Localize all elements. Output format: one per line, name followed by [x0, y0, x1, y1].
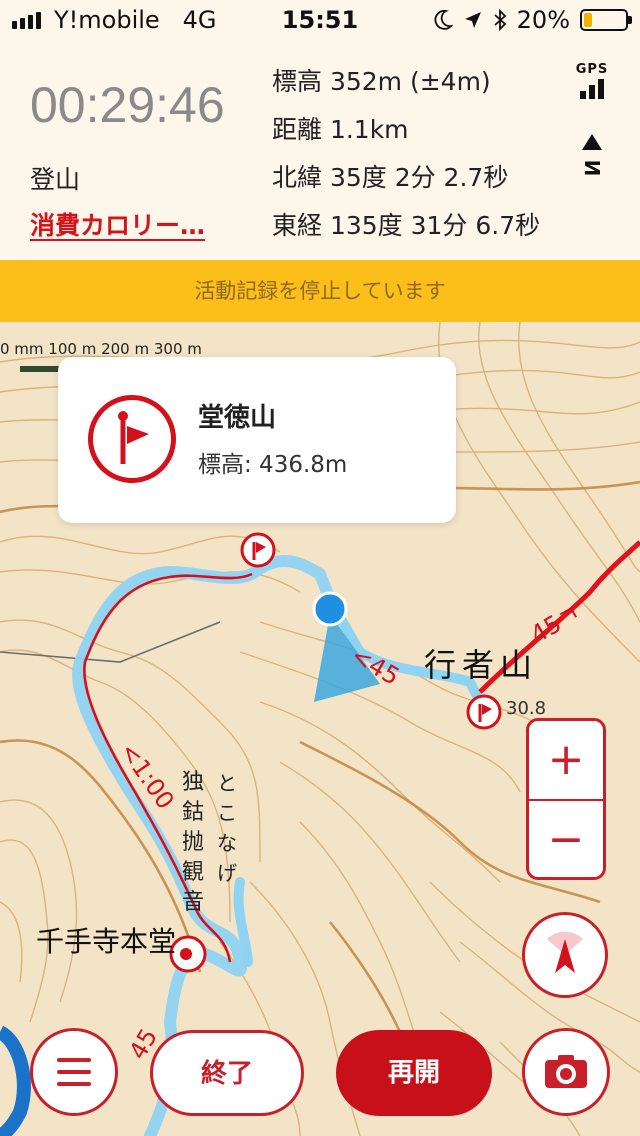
app-screen: Y!mobile 4G 15:51 20% 00:29:46 登山 消費カロリー…	[0, 0, 640, 1136]
topographic-map[interactable]: 0 mm 100 m 200 m 300 m 行者山 千手寺本堂 <1:00 <…	[0, 322, 640, 1136]
battery-percent: 20%	[516, 6, 570, 34]
gps-signal-indicator: GPS	[572, 62, 612, 99]
gps-label: GPS	[575, 62, 609, 77]
altitude-readout: 標高 352m (±4m)	[272, 67, 491, 96]
compass-icon	[547, 931, 583, 973]
scale-labels: 0 mm 100 m 200 m 300 m	[0, 340, 202, 358]
map-label-gyoja: 行者山	[424, 646, 539, 684]
boundary-line	[0, 621, 221, 663]
battery-fill	[584, 13, 592, 27]
temple-marker	[169, 935, 207, 973]
river	[0, 1025, 31, 1136]
activity-info-panel: 00:29:46 登山 消費カロリー… 標高 352m (±4m) 距離 1.1…	[0, 40, 640, 260]
bluetooth-icon	[494, 9, 506, 31]
peak-elevation: 標高: 436.8m	[198, 452, 348, 478]
spot-height-label: 30.8	[506, 698, 547, 719]
activity-type: 登山	[30, 165, 81, 194]
summit-flag-icon	[88, 395, 176, 483]
peak-info-card[interactable]: 堂徳山 標高: 436.8m	[58, 357, 456, 523]
summit-marker-peak	[240, 532, 276, 568]
moon-icon	[434, 10, 453, 30]
latitude-readout: 北緯 35度 2分 2.7秒	[272, 163, 509, 192]
resume-button[interactable]: 再開	[336, 1030, 492, 1116]
north-arrow-icon	[582, 134, 602, 150]
compass-button[interactable]	[522, 912, 608, 998]
status-icons: 20%	[433, 6, 632, 34]
paused-banner: 活動記録を停止しています	[0, 260, 640, 322]
peak-name: 堂徳山	[198, 403, 277, 433]
camera-button[interactable]	[522, 1028, 610, 1116]
finish-button[interactable]: 終了	[150, 1030, 304, 1116]
vertical-label-tokonage: と こ な げ	[217, 771, 237, 885]
zoom-in-button[interactable]: +	[529, 721, 603, 799]
location-arrow-icon	[464, 12, 481, 28]
map-label-temple: 千手寺本堂	[36, 925, 177, 958]
north-indicator[interactable]: N	[578, 132, 606, 176]
battery-icon	[580, 9, 632, 31]
north-label: N	[580, 159, 604, 177]
menu-button[interactable]	[30, 1028, 118, 1116]
hamburger-menu-icon	[57, 1058, 91, 1086]
camera-icon	[545, 1055, 587, 1088]
current-location-marker	[312, 591, 348, 627]
summit-marker-gyoja	[466, 694, 502, 730]
status-bar: Y!mobile 4G 15:51 20%	[0, 0, 640, 40]
zoom-controls: + −	[526, 718, 606, 880]
longitude-readout: 東経 135度 31分 6.7秒	[272, 211, 541, 240]
vertical-label-dokko: 独 鈷 抛 観 音	[181, 770, 204, 915]
calorie-link[interactable]: 消費カロリー…	[30, 206, 205, 242]
elapsed-timer: 00:29:46	[30, 77, 225, 133]
gps-bars-icon	[572, 79, 612, 99]
zoom-out-button[interactable]: −	[529, 801, 603, 879]
distance-readout: 距離 1.1km	[272, 115, 409, 144]
